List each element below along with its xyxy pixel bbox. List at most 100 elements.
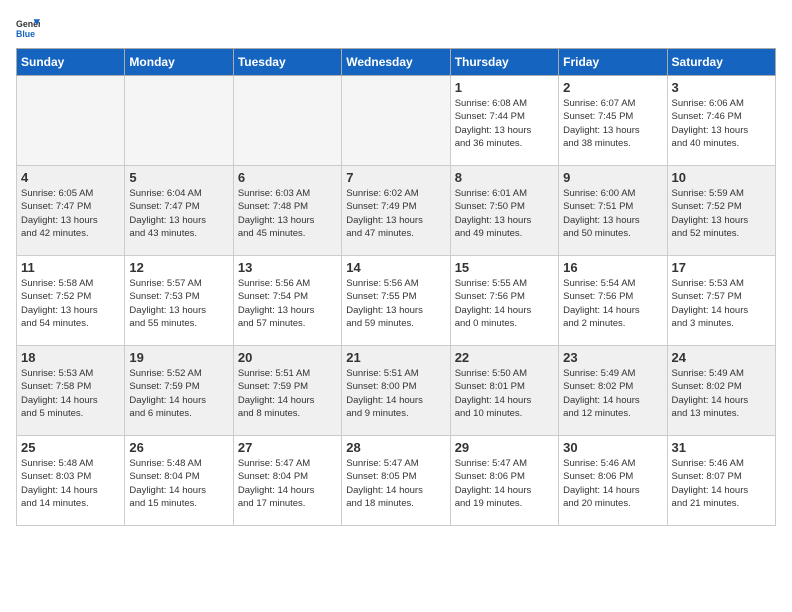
calendar-week-1: 1 Sunrise: 6:08 AMSunset: 7:44 PMDaylight… (17, 76, 776, 166)
cell-date: 19 (129, 350, 228, 365)
page-header: General Blue (16, 16, 776, 40)
cell-date: 2 (563, 80, 662, 95)
calendar-cell: 10 Sunrise: 5:59 AMSunset: 7:52 PMDayligh… (667, 166, 775, 256)
calendar-cell: 24Sunrise: 5:49 AMSunset: 8:02 PMDayligh… (667, 346, 775, 436)
cell-info: Sunrise: 5:55 AMSunset: 7:56 PMDaylight:… (455, 277, 554, 330)
calendar-cell: 18 Sunrise: 5:53 AMSunset: 7:58 PMDayligh… (17, 346, 125, 436)
calendar-cell (125, 76, 233, 166)
cell-info: Sunrise: 5:47 AMSunset: 8:06 PMDaylight:… (455, 457, 554, 510)
cell-date: 27 (238, 440, 337, 455)
cell-date: 13 (238, 260, 337, 275)
cell-date: 31 (672, 440, 771, 455)
cell-info: Sunrise: 6:08 AMSunset: 7:44 PMDaylight:… (455, 97, 554, 150)
cell-date: 21 (346, 350, 445, 365)
day-header-thursday: Thursday (450, 49, 558, 76)
day-header-saturday: Saturday (667, 49, 775, 76)
calendar-week-4: 18 Sunrise: 5:53 AMSunset: 7:58 PMDayligh… (17, 346, 776, 436)
day-header-tuesday: Tuesday (233, 49, 341, 76)
day-header-wednesday: Wednesday (342, 49, 450, 76)
calendar-cell: 1 Sunrise: 6:08 AMSunset: 7:44 PMDaylight… (450, 76, 558, 166)
cell-date: 7 (346, 170, 445, 185)
calendar-cell: 5 Sunrise: 6:04 AMSunset: 7:47 PMDaylight… (125, 166, 233, 256)
cell-date: 11 (21, 260, 120, 275)
cell-info: Sunrise: 5:51 AMSunset: 7:59 PMDaylight:… (238, 367, 337, 420)
cell-info: Sunrise: 5:46 AMSunset: 8:06 PMDaylight:… (563, 457, 662, 510)
calendar-cell: 20 Sunrise: 5:51 AMSunset: 7:59 PMDayligh… (233, 346, 341, 436)
cell-date: 28 (346, 440, 445, 455)
day-header-monday: Monday (125, 49, 233, 76)
cell-info: Sunrise: 6:03 AMSunset: 7:48 PMDaylight:… (238, 187, 337, 240)
calendar-cell: 17Sunrise: 5:53 AMSunset: 7:57 PMDayligh… (667, 256, 775, 346)
cell-info: Sunrise: 6:00 AMSunset: 7:51 PMDaylight:… (563, 187, 662, 240)
calendar-cell: 12Sunrise: 5:57 AMSunset: 7:53 PMDayligh… (125, 256, 233, 346)
cell-info: Sunrise: 6:06 AMSunset: 7:46 PMDaylight:… (672, 97, 771, 150)
calendar-cell: 11Sunrise: 5:58 AMSunset: 7:52 PMDayligh… (17, 256, 125, 346)
cell-date: 25 (21, 440, 120, 455)
cell-date: 14 (346, 260, 445, 275)
cell-info: Sunrise: 5:53 AMSunset: 7:58 PMDaylight:… (21, 367, 120, 420)
cell-info: Sunrise: 5:57 AMSunset: 7:53 PMDaylight:… (129, 277, 228, 330)
calendar-cell: 6 Sunrise: 6:03 AMSunset: 7:48 PMDaylight… (233, 166, 341, 256)
calendar-cell: 14 Sunrise: 5:56 AMSunset: 7:55 PMDayligh… (342, 256, 450, 346)
cell-info: Sunrise: 5:49 AMSunset: 8:02 PMDaylight:… (672, 367, 771, 420)
calendar-cell: 26Sunrise: 5:48 AMSunset: 8:04 PMDayligh… (125, 436, 233, 526)
cell-info: Sunrise: 5:56 AMSunset: 7:54 PMDaylight:… (238, 277, 337, 330)
calendar-body: 1 Sunrise: 6:08 AMSunset: 7:44 PMDaylight… (17, 76, 776, 526)
cell-date: 20 (238, 350, 337, 365)
cell-info: Sunrise: 6:07 AMSunset: 7:45 PMDaylight:… (563, 97, 662, 150)
cell-info: Sunrise: 5:49 AMSunset: 8:02 PMDaylight:… (563, 367, 662, 420)
cell-date: 5 (129, 170, 228, 185)
cell-date: 22 (455, 350, 554, 365)
calendar-cell: 13 Sunrise: 5:56 AMSunset: 7:54 PMDayligh… (233, 256, 341, 346)
calendar-cell: 4Sunrise: 6:05 AMSunset: 7:47 PMDaylight… (17, 166, 125, 256)
cell-date: 17 (672, 260, 771, 275)
calendar-cell: 3 Sunrise: 6:06 AMSunset: 7:46 PMDaylight… (667, 76, 775, 166)
calendar-cell: 8Sunrise: 6:01 AMSunset: 7:50 PMDaylight… (450, 166, 558, 256)
calendar-cell: 2 Sunrise: 6:07 AMSunset: 7:45 PMDaylight… (559, 76, 667, 166)
cell-info: Sunrise: 5:54 AMSunset: 7:56 PMDaylight:… (563, 277, 662, 330)
logo: General Blue (16, 16, 40, 40)
cell-info: Sunrise: 5:56 AMSunset: 7:55 PMDaylight:… (346, 277, 445, 330)
calendar-week-5: 25 Sunrise: 5:48 AMSunset: 8:03 PMDayligh… (17, 436, 776, 526)
day-header-friday: Friday (559, 49, 667, 76)
calendar-cell: 16Sunrise: 5:54 AMSunset: 7:56 PMDayligh… (559, 256, 667, 346)
calendar-cell: 21 Sunrise: 5:51 AMSunset: 8:00 PMDayligh… (342, 346, 450, 436)
cell-date: 10 (672, 170, 771, 185)
cell-info: Sunrise: 5:51 AMSunset: 8:00 PMDaylight:… (346, 367, 445, 420)
cell-info: Sunrise: 5:48 AMSunset: 8:03 PMDaylight:… (21, 457, 120, 510)
cell-date: 8 (455, 170, 554, 185)
calendar-cell: 19 Sunrise: 5:52 AMSunset: 7:59 PMDayligh… (125, 346, 233, 436)
cell-date: 9 (563, 170, 662, 185)
calendar-cell: 30 Sunrise: 5:46 AMSunset: 8:06 PMDayligh… (559, 436, 667, 526)
cell-date: 26 (129, 440, 228, 455)
cell-date: 29 (455, 440, 554, 455)
cell-date: 1 (455, 80, 554, 95)
calendar-cell (17, 76, 125, 166)
calendar-week-3: 11Sunrise: 5:58 AMSunset: 7:52 PMDayligh… (17, 256, 776, 346)
calendar-week-2: 4Sunrise: 6:05 AMSunset: 7:47 PMDaylight… (17, 166, 776, 256)
cell-info: Sunrise: 5:59 AMSunset: 7:52 PMDaylight:… (672, 187, 771, 240)
cell-info: Sunrise: 5:47 AMSunset: 8:05 PMDaylight:… (346, 457, 445, 510)
cell-info: Sunrise: 6:02 AMSunset: 7:49 PMDaylight:… (346, 187, 445, 240)
cell-date: 23 (563, 350, 662, 365)
cell-date: 18 (21, 350, 120, 365)
cell-info: Sunrise: 5:47 AMSunset: 8:04 PMDaylight:… (238, 457, 337, 510)
cell-info: Sunrise: 5:52 AMSunset: 7:59 PMDaylight:… (129, 367, 228, 420)
calendar-cell: 15 Sunrise: 5:55 AMSunset: 7:56 PMDayligh… (450, 256, 558, 346)
cell-date: 15 (455, 260, 554, 275)
cell-date: 6 (238, 170, 337, 185)
calendar-table: SundayMondayTuesdayWednesdayThursdayFrid… (16, 48, 776, 526)
cell-date: 3 (672, 80, 771, 95)
cell-info: Sunrise: 6:04 AMSunset: 7:47 PMDaylight:… (129, 187, 228, 240)
svg-text:Blue: Blue (16, 29, 35, 39)
calendar-cell: 22 Sunrise: 5:50 AMSunset: 8:01 PMDayligh… (450, 346, 558, 436)
cell-date: 30 (563, 440, 662, 455)
calendar-header-row: SundayMondayTuesdayWednesdayThursdayFrid… (17, 49, 776, 76)
calendar-cell (233, 76, 341, 166)
calendar-cell: 23 Sunrise: 5:49 AMSunset: 8:02 PMDayligh… (559, 346, 667, 436)
calendar-cell: 7 Sunrise: 6:02 AMSunset: 7:49 PMDaylight… (342, 166, 450, 256)
calendar-cell: 25 Sunrise: 5:48 AMSunset: 8:03 PMDayligh… (17, 436, 125, 526)
logo-icon: General Blue (16, 16, 40, 40)
calendar-cell: 29 Sunrise: 5:47 AMSunset: 8:06 PMDayligh… (450, 436, 558, 526)
cell-info: Sunrise: 5:50 AMSunset: 8:01 PMDaylight:… (455, 367, 554, 420)
